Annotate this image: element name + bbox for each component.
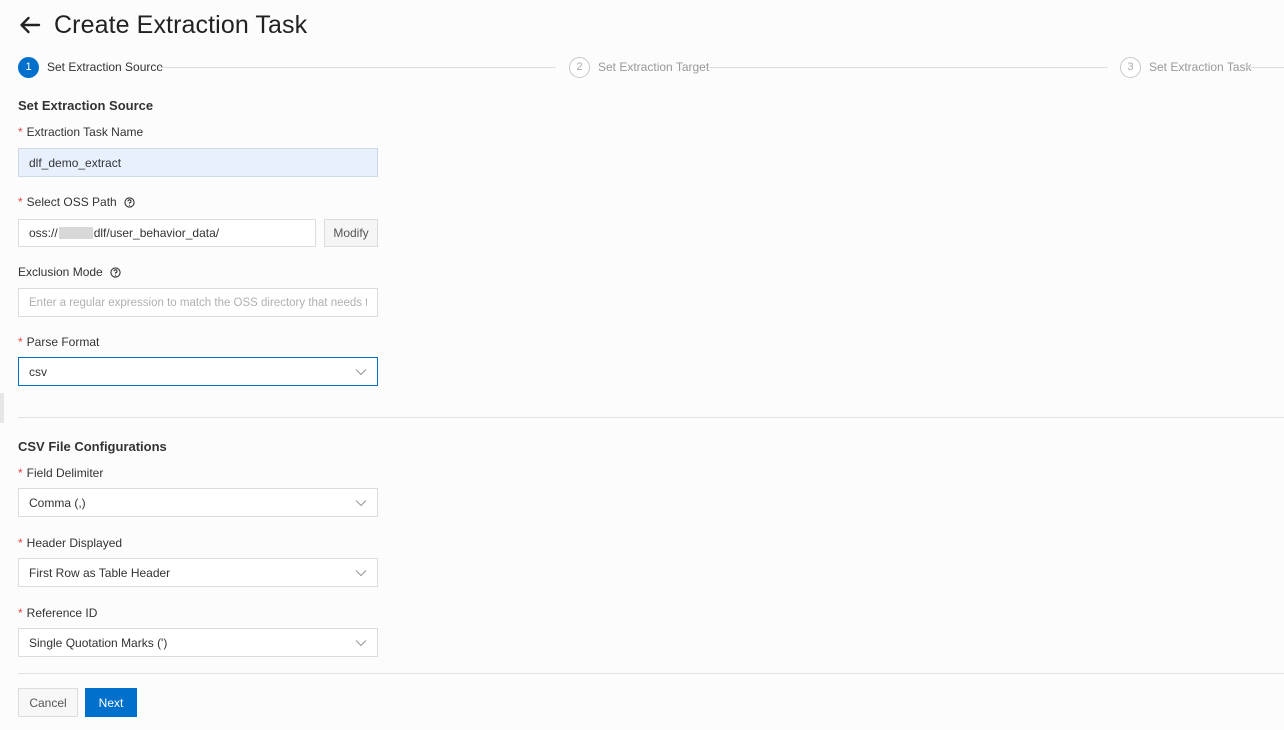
reference-id-value: Single Quotation Marks (')	[29, 635, 168, 650]
header-displayed-label-text: Header Displayed	[26, 536, 123, 550]
exclusion-mode-placeholder: Enter a regular expression to match the …	[29, 296, 367, 309]
side-panel-handle[interactable]	[0, 393, 4, 423]
chevron-down-icon	[355, 368, 367, 376]
oss-path-label-text: Select OSS Path	[26, 195, 117, 209]
oss-path-prefix: oss://	[29, 226, 58, 240]
oss-path-input[interactable]: oss:// dlf/user_behavior_data/	[18, 219, 316, 247]
exclusion-mode-label-text: Exclusion Mode	[18, 265, 103, 279]
step-connector	[1246, 67, 1284, 68]
required-marker: *	[18, 536, 23, 550]
parse-format-label-text: Parse Format	[26, 335, 100, 349]
cancel-button[interactable]: Cancel	[18, 688, 78, 717]
reference-id-select[interactable]: Single Quotation Marks (')	[18, 628, 378, 657]
required-marker: *	[18, 466, 23, 480]
exclusion-mode-label: Exclusion Mode	[18, 265, 121, 279]
step-3-number: 3	[1120, 56, 1141, 78]
header-displayed-value: First Row as Table Header	[29, 565, 171, 580]
step-1: 1 Set Extraction Source	[18, 56, 163, 78]
step-3-label: Set Extraction Task	[1149, 60, 1252, 74]
step-indicator: 1 Set Extraction Source 2 Set Extraction…	[18, 56, 1284, 78]
task-name-value: dlf_demo_extract	[29, 155, 122, 170]
oss-path-suffix: dlf/user_behavior_data/	[93, 226, 220, 240]
step-1-label: Set Extraction Source	[47, 60, 164, 74]
parse-format-select[interactable]: csv	[18, 357, 378, 386]
page-title: Create Extraction Task	[54, 10, 308, 39]
parse-format-value: csv	[29, 364, 47, 379]
task-name-input[interactable]: dlf_demo_extract	[18, 148, 378, 177]
help-icon[interactable]	[110, 266, 121, 278]
required-marker: *	[18, 606, 23, 620]
help-icon[interactable]	[124, 196, 135, 208]
task-name-label: * Extraction Task Name	[18, 125, 143, 139]
field-delimiter-value: Comma (,)	[29, 495, 86, 510]
page-header: Create Extraction Task	[18, 8, 307, 42]
divider	[18, 673, 1284, 674]
redacted-bucket	[58, 227, 93, 239]
header-displayed-label: * Header Displayed	[18, 536, 122, 550]
chevron-down-icon	[355, 569, 367, 577]
arrow-left-icon[interactable]	[18, 13, 42, 37]
section-title-csv: CSV File Configurations	[18, 439, 167, 454]
step-2-number: 2	[569, 56, 590, 78]
step-2: 2 Set Extraction Target	[569, 56, 709, 78]
chevron-down-icon	[355, 639, 367, 647]
step-3: 3 Set Extraction Task	[1120, 56, 1252, 78]
modify-path-button[interactable]: Modify	[324, 219, 378, 247]
oss-path-label: * Select OSS Path	[18, 195, 135, 209]
parse-format-label: * Parse Format	[18, 335, 99, 349]
field-delimiter-select[interactable]: Comma (,)	[18, 488, 378, 517]
next-button[interactable]: Next	[85, 688, 137, 717]
field-delimiter-label: * Field Delimiter	[18, 466, 103, 480]
required-marker: *	[18, 125, 23, 139]
reference-id-label: * Reference ID	[18, 606, 97, 620]
divider	[18, 417, 1284, 418]
required-marker: *	[18, 335, 23, 349]
step-1-number: 1	[18, 56, 39, 78]
step-connector	[158, 67, 556, 68]
required-marker: *	[18, 195, 23, 209]
chevron-down-icon	[355, 499, 367, 507]
reference-id-label-text: Reference ID	[26, 606, 98, 620]
section-title-source: Set Extraction Source	[18, 98, 154, 113]
field-delimiter-label-text: Field Delimiter	[26, 466, 104, 480]
exclusion-mode-input[interactable]: Enter a regular expression to match the …	[18, 288, 378, 317]
header-displayed-select[interactable]: First Row as Table Header	[18, 558, 378, 587]
step-connector	[708, 67, 1108, 68]
task-name-label-text: Extraction Task Name	[26, 125, 144, 139]
step-2-label: Set Extraction Target	[598, 60, 710, 74]
